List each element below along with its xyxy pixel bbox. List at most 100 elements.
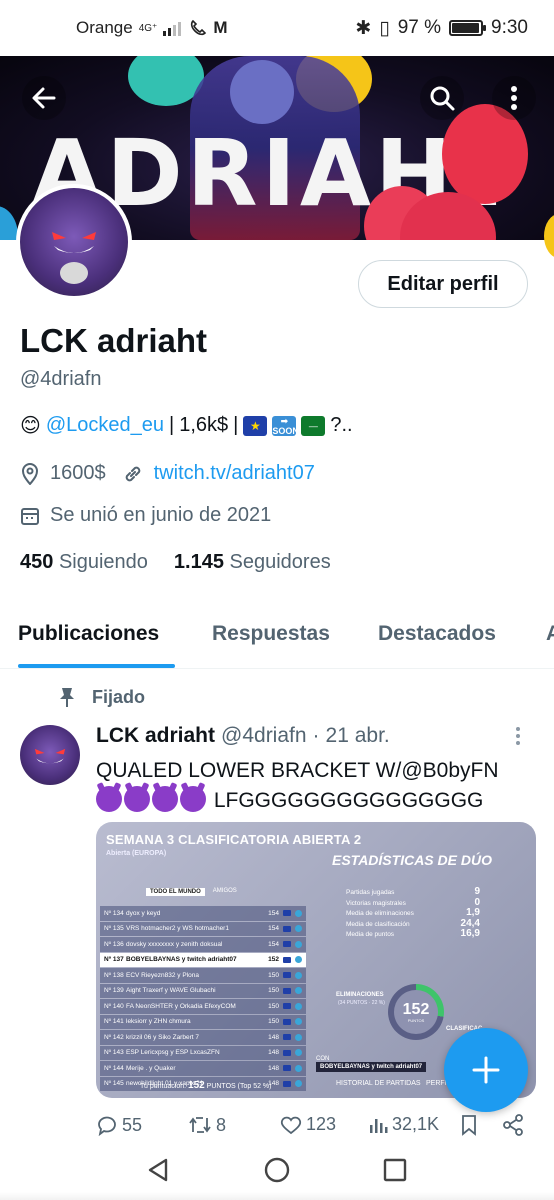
more-vertical-icon [516, 727, 520, 745]
followers-link[interactable]: 1.145 Seguidores [174, 551, 331, 574]
profile-avatar[interactable] [16, 184, 132, 300]
tweet-text-line1: QUALED LOWER BRACKET W/@B0byFN [96, 759, 499, 782]
arrow-left-icon [32, 87, 56, 109]
bookmark-button[interactable] [460, 1114, 478, 1136]
pinned-indicator: Fijado [58, 686, 145, 708]
share-button[interactable] [502, 1114, 524, 1136]
leaderboard-rank: Nº 144 [104, 1064, 124, 1072]
globe-icon [295, 956, 302, 964]
leaderboard-row: Nº 144 Merije . y Quaker 148 [100, 1061, 306, 1076]
plus-icon [472, 1056, 500, 1084]
tab-highlights[interactable]: Destacados [378, 622, 496, 646]
globe-icon [295, 909, 302, 917]
views-button[interactable]: 32,1K [368, 1114, 439, 1135]
eu-flag-icon: ★ [243, 415, 268, 436]
globe-icon [295, 1080, 302, 1088]
leaderboard-rank: Nº 138 [104, 971, 124, 979]
image-tab-friends: AMIGOS [212, 888, 237, 894]
like-button[interactable]: 123 [280, 1114, 336, 1135]
devil-emoji [152, 786, 178, 812]
leaderboard-rank: Nº 141 [104, 1018, 124, 1026]
profile-bio: 😊 @Locked_eu | 1,6k$ | ★ ➡ SOON — ?.. [20, 413, 353, 438]
tweet-more-button[interactable] [515, 726, 521, 752]
image-elim-label: ELIMINACIONES [336, 992, 384, 998]
profile-meta-location: 1600$ twitch.tv/adriaht07 [20, 462, 315, 485]
search-button[interactable] [420, 76, 464, 120]
status-bar: Orange 4G⁺ M ✱ ▯ 97 % 9:30 [0, 0, 554, 56]
leaderboard-row: Nº 134 dyox y keyd 154 [100, 906, 306, 921]
retweet-button[interactable]: 8 [188, 1114, 226, 1136]
following-link[interactable]: 450 Siguiendo [20, 551, 148, 574]
active-tab-indicator [18, 664, 175, 668]
country-flag-icon [283, 941, 291, 948]
tweet-author-name[interactable]: LCK adriaht [96, 724, 215, 748]
leaderboard-team: dyox y keyd [126, 909, 161, 917]
tweet-avatar[interactable] [20, 725, 80, 785]
globe-icon [295, 987, 302, 995]
leaderboard-points: 152 [268, 956, 279, 964]
system-recents-button[interactable] [381, 1156, 409, 1184]
following-label: Siguiendo [58, 551, 148, 573]
reply-count: 55 [122, 1114, 143, 1135]
leaderboard-row: Nº 140 FA NeonSHTER y Orkadia EfexyCOM 150 [100, 999, 306, 1014]
system-back-button[interactable] [144, 1156, 172, 1184]
country-flag-icon [283, 925, 291, 932]
leaderboard-row: Nº 138 ECV Rieyezn832 y Plona 150 [100, 968, 306, 983]
tweet-author-handle[interactable]: @4driafn [221, 724, 307, 748]
tweet-header: LCK adriaht @4driafn · 21 abr. [96, 724, 390, 748]
tab-posts[interactable]: Publicaciones [18, 622, 159, 646]
image-title: SEMANA 3 CLASIFICATORIA ABIERTA 2 [106, 832, 362, 847]
compose-fab[interactable] [444, 1028, 528, 1112]
tweet-text-line2: LFGGGGGGGGGGGGGGG [213, 789, 484, 812]
views-count: 32,1K [392, 1114, 440, 1134]
leaderboard-rank: Nº 142 [104, 1033, 124, 1041]
more-button[interactable] [492, 76, 536, 120]
back-button[interactable] [22, 76, 66, 120]
bookmark-icon [462, 1115, 476, 1136]
country-flag-icon [283, 1034, 291, 1041]
country-flag-icon [283, 910, 291, 917]
leaderboard-rank: Nº 143 [104, 1049, 124, 1057]
bio-separator: | [169, 414, 175, 436]
profile-meta-joined: Se unió en junio de 2021 [20, 504, 271, 527]
mail-icon: M [213, 18, 228, 37]
battery-icon [449, 20, 487, 36]
edit-profile-button[interactable]: Editar perfil [358, 260, 528, 308]
reply-icon [98, 1116, 116, 1136]
leaderboard-points: 154 [268, 925, 279, 933]
tab-articles[interactable]: A [546, 622, 554, 646]
leaderboard-points: 148 [268, 1033, 279, 1041]
leaderboard-row: Nº 139 Aight Traxerf y WAVE Glubachi 150 [100, 983, 306, 998]
leaderboard-row: Nº 137 BOBYELBAYNAS y twitch adriaht07 152 [100, 952, 306, 967]
globe-icon [295, 971, 302, 979]
image-points-ring: 152 PUNTOS [388, 984, 444, 1040]
stat-label: Media de eliminaciones [346, 910, 414, 917]
tweet-date[interactable]: 21 abr. [326, 724, 390, 748]
leaderboard-points: 150 [268, 987, 279, 995]
reply-button[interactable]: 55 [96, 1114, 142, 1136]
bio-mention-link[interactable]: @Locked_eu [46, 414, 164, 437]
battery-percent: 97 % [397, 17, 442, 38]
leaderboard-row: Nº 135 VRS hotmacher2 y WS hotmacher1 154 [100, 921, 306, 936]
leaderboard-points: 148 [268, 1049, 279, 1057]
tab-replies[interactable]: Respuestas [212, 622, 330, 646]
wifi-call-icon [191, 19, 207, 36]
country-flag-icon [283, 1065, 291, 1072]
image-leaderboard-tabs: TODO EL MUNDO AMIGOS [146, 888, 237, 896]
profile-website-link[interactable]: twitch.tv/adriaht07 [154, 462, 315, 485]
leaderboard-rank: Nº 145 [104, 1080, 124, 1088]
heart-icon [280, 1116, 302, 1134]
bio-earnings: 1,6k$ [179, 414, 229, 436]
score-suffix: PUNTOS (Top 52 %) [206, 1083, 272, 1090]
profile-tabs: Publicaciones Respuestas Destacados A [0, 600, 554, 669]
stat-label: Partidas jugadas [346, 889, 395, 896]
country-flag-icon [283, 1049, 291, 1056]
followers-count: 1.145 [173, 551, 224, 573]
image-subtitle: Abierta (EUROPA) [106, 850, 167, 857]
country-flag-icon [283, 972, 291, 979]
country-flag-icon [283, 987, 291, 994]
leaderboard-team: ESP Lericxpsg y ESP LxcasZFN [126, 1049, 220, 1057]
system-home-button[interactable] [263, 1156, 291, 1184]
leaderboard-team: FA NeonSHTER y Orkadia EfexyCOM [126, 1002, 236, 1010]
leaderboard-team: BOBYELBAYNAS y twitch adriaht07 [126, 956, 237, 964]
